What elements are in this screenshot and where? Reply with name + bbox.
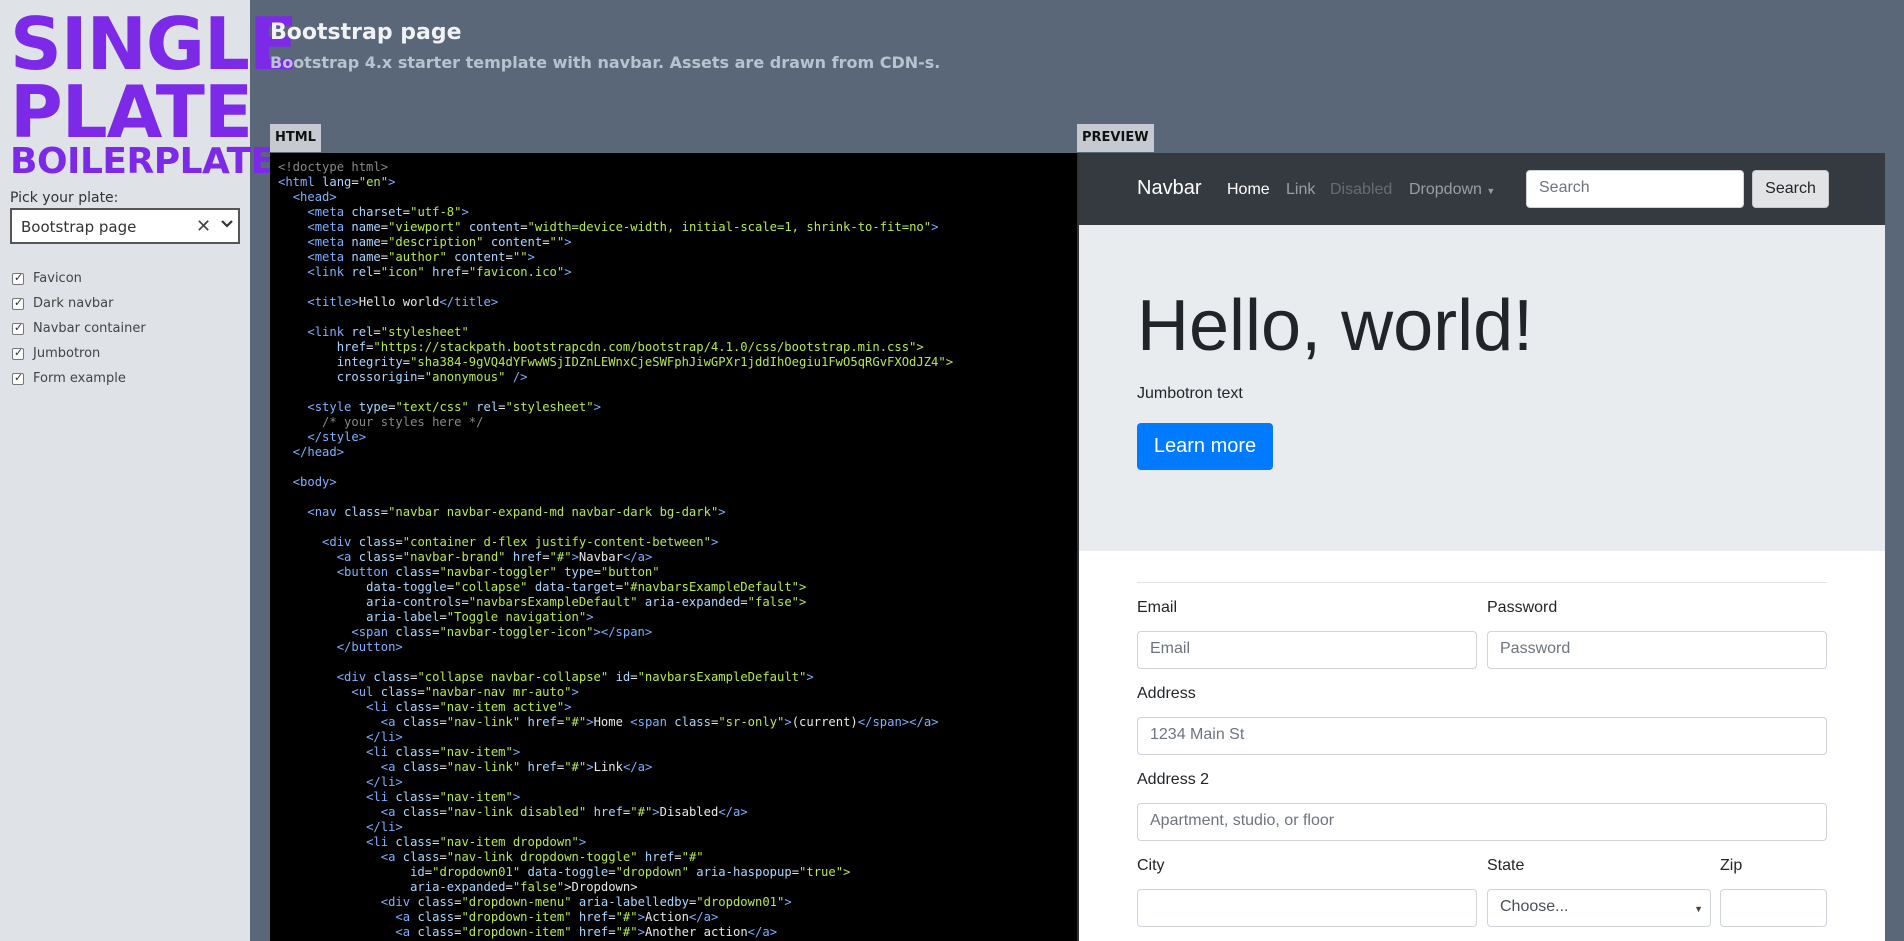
option-favicon[interactable]: Favicon: [12, 266, 146, 291]
option-dark-navbar[interactable]: Dark navbar: [12, 291, 146, 316]
plate-select-value: Bootstrap page: [21, 218, 137, 236]
password-label: Password: [1487, 599, 1558, 616]
caret-down-icon: ▼: [1486, 186, 1496, 196]
option-label: Form example: [33, 371, 126, 386]
page-title: Bootstrap page: [270, 20, 462, 45]
checkbox[interactable]: [12, 371, 24, 385]
nav-link-disabled: Disabled: [1330, 181, 1393, 198]
nav-link-dropdown[interactable]: Dropdown ▼: [1409, 181, 1495, 199]
checkbox[interactable]: [12, 346, 24, 360]
preview-pane: Navbar Home Link Disabled Dropdown ▼ Sea…: [1077, 153, 1885, 941]
logo-line-2: PLATE: [10, 70, 253, 154]
logo-line-1: SINGLE: [10, 2, 298, 86]
search-input[interactable]: Search: [1526, 170, 1744, 208]
logo: SINGLE PLATE BOILERPLATE: [10, 2, 298, 182]
jumbotron: Hello, world! Jumbotron text Learn more: [1079, 225, 1885, 551]
email-field[interactable]: Email: [1137, 631, 1477, 669]
option-label: Dark navbar: [33, 296, 114, 311]
dropdown-label: Dropdown: [1409, 181, 1482, 198]
address2-label: Address 2: [1137, 771, 1210, 788]
password-field[interactable]: Password: [1487, 631, 1827, 669]
html-panel-label: HTML: [270, 124, 321, 152]
preview-navbar: Navbar Home Link Disabled Dropdown ▼ Sea…: [1079, 153, 1885, 225]
state-label: State: [1487, 857, 1525, 874]
options-list: Favicon Dark navbar Navbar container Jum…: [12, 266, 146, 391]
option-form-example[interactable]: Form example: [12, 366, 146, 391]
code-editor[interactable]: <!doctype html> <html lang="en"> <head> …: [270, 153, 1077, 941]
plate-select[interactable]: Bootstrap page ✕: [10, 208, 240, 244]
city-field[interactable]: [1137, 889, 1477, 927]
code-text: <!doctype html> <html lang="en"> <head> …: [278, 160, 954, 939]
search-button[interactable]: Search: [1752, 170, 1829, 208]
divider: [1137, 582, 1827, 583]
nav-link-link[interactable]: Link: [1286, 181, 1315, 199]
nav-link-home[interactable]: Home: [1227, 181, 1270, 199]
address2-field[interactable]: Apartment, studio, or floor: [1137, 803, 1827, 841]
logo-line-3: BOILERPLATE: [10, 141, 275, 182]
navbar-brand[interactable]: Navbar: [1137, 177, 1201, 200]
address-field[interactable]: 1234 Main St: [1137, 717, 1827, 755]
email-label: Email: [1137, 599, 1178, 616]
jumbotron-text: Jumbotron text: [1137, 385, 1243, 402]
option-label: Navbar container: [33, 321, 146, 336]
zip-label: Zip: [1720, 857, 1743, 874]
jumbotron-heading: Hello, world!: [1137, 286, 1534, 366]
checkbox[interactable]: [12, 296, 24, 310]
pick-label: Pick your plate:: [10, 190, 119, 206]
zip-field[interactable]: [1720, 889, 1827, 927]
option-label: Jumbotron: [33, 346, 101, 361]
learn-more-button[interactable]: Learn more: [1137, 423, 1273, 470]
state-select[interactable]: Choose... ▼: [1487, 889, 1711, 927]
option-jumbotron[interactable]: Jumbotron: [12, 341, 146, 366]
clear-icon[interactable]: ✕: [196, 216, 211, 237]
chevron-down-icon[interactable]: [220, 217, 234, 231]
option-label: Favicon: [33, 271, 82, 286]
option-navbar-container[interactable]: Navbar container: [12, 316, 146, 341]
sidebar: SINGLE PLATE BOILERPLATE Pick your plate…: [0, 0, 298, 941]
checkbox[interactable]: [12, 271, 24, 285]
preview-panel-label: PREVIEW: [1077, 124, 1154, 152]
checkbox[interactable]: [12, 321, 24, 335]
page-subtitle: Bootstrap 4.x starter template with navb…: [270, 53, 941, 72]
state-select-value: Choose...: [1500, 898, 1569, 915]
city-label: City: [1137, 857, 1165, 874]
caret-down-icon: ▼: [1694, 904, 1703, 914]
address-label: Address: [1137, 685, 1196, 702]
